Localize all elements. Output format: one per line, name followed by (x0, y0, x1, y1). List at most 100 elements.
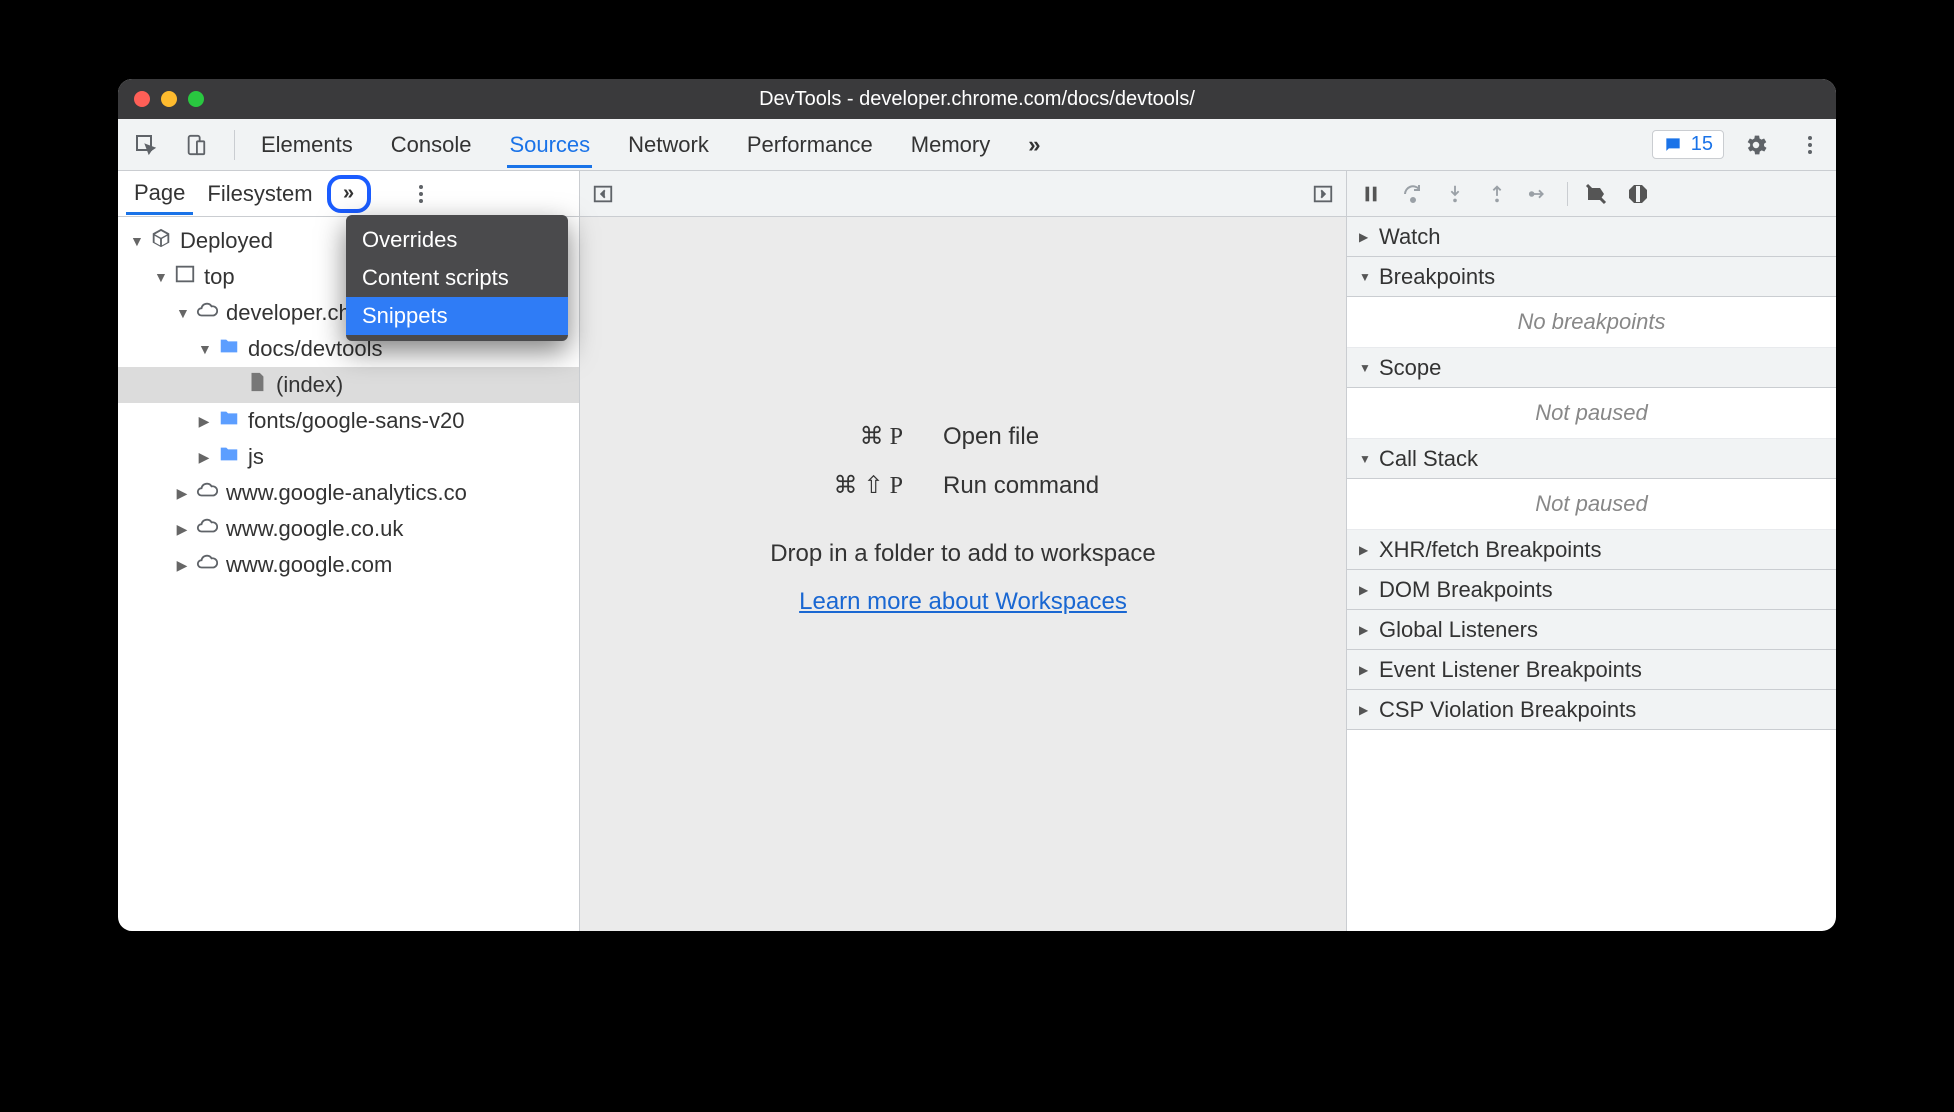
chevron-right-icon: ▶ (1359, 543, 1371, 557)
tree-fonts-folder[interactable]: fonts/google-sans-v20 (118, 403, 579, 439)
main-tabs-overflow-icon[interactable]: » (1026, 122, 1042, 168)
chevron-right-icon: ▶ (1359, 703, 1371, 717)
tree-ext-gcouk-label: www.google.co.uk (226, 516, 403, 542)
tree-ext-gcom[interactable]: www.google.com (118, 547, 579, 583)
section-breakpoints[interactable]: ▼ Breakpoints (1347, 257, 1836, 297)
step-icon[interactable] (1525, 180, 1553, 208)
settings-icon[interactable] (1742, 131, 1770, 159)
breakpoints-empty: No breakpoints (1347, 297, 1836, 348)
step-out-icon[interactable] (1483, 180, 1511, 208)
navigator-kebab-icon[interactable] (409, 185, 433, 203)
issues-badge[interactable]: 15 (1652, 130, 1724, 159)
tree-ext-gcom-label: www.google.com (226, 552, 392, 578)
section-dom[interactable]: ▶ DOM Breakpoints (1347, 570, 1836, 610)
chevron-down-icon[interactable] (154, 269, 166, 285)
chevron-right-icon[interactable] (176, 485, 188, 502)
chevron-down-icon: ▼ (1359, 270, 1371, 284)
debugger-divider (1567, 182, 1568, 206)
zoom-window-button[interactable] (188, 91, 204, 107)
device-toolbar-icon[interactable] (182, 131, 210, 159)
debugger-pane: ▶ Watch ▼ Breakpoints No breakpoints ▼ S… (1346, 171, 1836, 931)
tree-top-label: top (204, 264, 235, 290)
tab-console[interactable]: Console (389, 122, 474, 168)
pause-icon[interactable] (1357, 180, 1385, 208)
toolbar-divider (234, 130, 235, 160)
section-xhr-label: XHR/fetch Breakpoints (1379, 537, 1602, 563)
section-global-label: Global Listeners (1379, 617, 1538, 643)
tab-elements[interactable]: Elements (259, 122, 355, 168)
frame-icon (174, 263, 196, 291)
tree-js-folder[interactable]: js (118, 439, 579, 475)
section-global[interactable]: ▶ Global Listeners (1347, 610, 1836, 650)
shortcut-open-file-key: ⌘ P (763, 422, 903, 451)
tab-memory[interactable]: Memory (909, 122, 992, 168)
tree-index-file[interactable]: (index) (118, 367, 579, 403)
deployed-icon (150, 227, 172, 255)
sub-tab-filesystem[interactable]: Filesystem (199, 173, 320, 215)
tree-index-label: (index) (276, 372, 343, 398)
section-watch-label: Watch (1379, 224, 1441, 250)
tree-fonts-label: fonts/google-sans-v20 (248, 408, 464, 434)
debugger-toolbar (1347, 171, 1836, 217)
navigator-more-tabs-button[interactable]: » (327, 175, 371, 213)
navigator-pane: Page Filesystem » Overrides Content scri… (118, 171, 580, 931)
menu-item-content-scripts[interactable]: Content scripts (346, 259, 568, 297)
section-watch[interactable]: ▶ Watch (1347, 217, 1836, 257)
step-into-icon[interactable] (1441, 180, 1469, 208)
learn-workspaces-link[interactable]: Learn more about Workspaces (799, 588, 1127, 616)
tab-network[interactable]: Network (626, 122, 711, 168)
chevron-down-icon[interactable] (176, 305, 188, 321)
close-window-button[interactable] (134, 91, 150, 107)
shortcut-run-cmd-label: Run command (943, 472, 1163, 500)
main-toolbar: Elements Console Sources Network Perform… (118, 119, 1836, 171)
main-tabs: Elements Console Sources Network Perform… (259, 122, 1043, 168)
toolbar-right: 15 (1652, 130, 1822, 159)
tree-js-label: js (248, 444, 264, 470)
chevron-down-icon: ▼ (1359, 361, 1371, 375)
tab-performance[interactable]: Performance (745, 122, 875, 168)
deactivate-breakpoints-icon[interactable] (1582, 180, 1610, 208)
section-callstack[interactable]: ▼ Call Stack (1347, 439, 1836, 479)
section-scope-label: Scope (1379, 355, 1441, 381)
minimize-window-button[interactable] (161, 91, 177, 107)
chevron-down-icon[interactable] (130, 233, 142, 249)
cloud-icon (196, 551, 218, 579)
editor-toolbar (580, 171, 1346, 217)
section-event-label: Event Listener Breakpoints (1379, 657, 1642, 683)
chevron-right-icon: ▶ (1359, 230, 1371, 244)
window-controls (118, 91, 204, 107)
inspect-element-icon[interactable] (132, 131, 160, 159)
section-csp[interactable]: ▶ CSP Violation Breakpoints (1347, 690, 1836, 730)
chevron-right-icon[interactable] (176, 557, 188, 574)
section-xhr[interactable]: ▶ XHR/fetch Breakpoints (1347, 530, 1836, 570)
menu-item-snippets[interactable]: Snippets (346, 297, 568, 335)
chevron-right-icon[interactable] (198, 413, 210, 430)
toggle-drawer-left-icon[interactable] (590, 181, 616, 207)
cloud-icon (196, 515, 218, 543)
chevron-right-icon: ▶ (1359, 663, 1371, 677)
chevron-down-icon[interactable] (198, 341, 210, 357)
editor-empty-state: ⌘ P Open file ⌘ ⇧ P Run command Drop in … (580, 217, 1346, 931)
tab-sources[interactable]: Sources (507, 122, 592, 168)
chevron-right-icon[interactable] (176, 521, 188, 538)
tree-ext-ga-label: www.google-analytics.co (226, 480, 467, 506)
section-dom-label: DOM Breakpoints (1379, 577, 1553, 603)
step-over-icon[interactable] (1399, 180, 1427, 208)
menu-item-overrides[interactable]: Overrides (346, 221, 568, 259)
toggle-drawer-right-icon[interactable] (1310, 181, 1336, 207)
pause-on-exceptions-icon[interactable] (1624, 180, 1652, 208)
navigator-overflow-menu: Overrides Content scripts Snippets (346, 215, 568, 341)
drop-workspace-msg: Drop in a folder to add to workspace (770, 540, 1156, 568)
scope-empty: Not paused (1347, 388, 1836, 439)
shortcut-run-command: ⌘ ⇧ P Run command (763, 471, 1163, 500)
section-scope[interactable]: ▼ Scope (1347, 348, 1836, 388)
chevron-right-icon[interactable] (198, 449, 210, 466)
kebab-menu-icon[interactable] (1798, 136, 1822, 154)
sub-tab-page[interactable]: Page (126, 172, 193, 215)
tree-deployed-label: Deployed (180, 228, 273, 254)
tree-ext-ga[interactable]: www.google-analytics.co (118, 475, 579, 511)
section-event[interactable]: ▶ Event Listener Breakpoints (1347, 650, 1836, 690)
folder-icon (218, 407, 240, 435)
tree-ext-gcouk[interactable]: www.google.co.uk (118, 511, 579, 547)
shortcut-run-cmd-key: ⌘ ⇧ P (763, 471, 903, 500)
